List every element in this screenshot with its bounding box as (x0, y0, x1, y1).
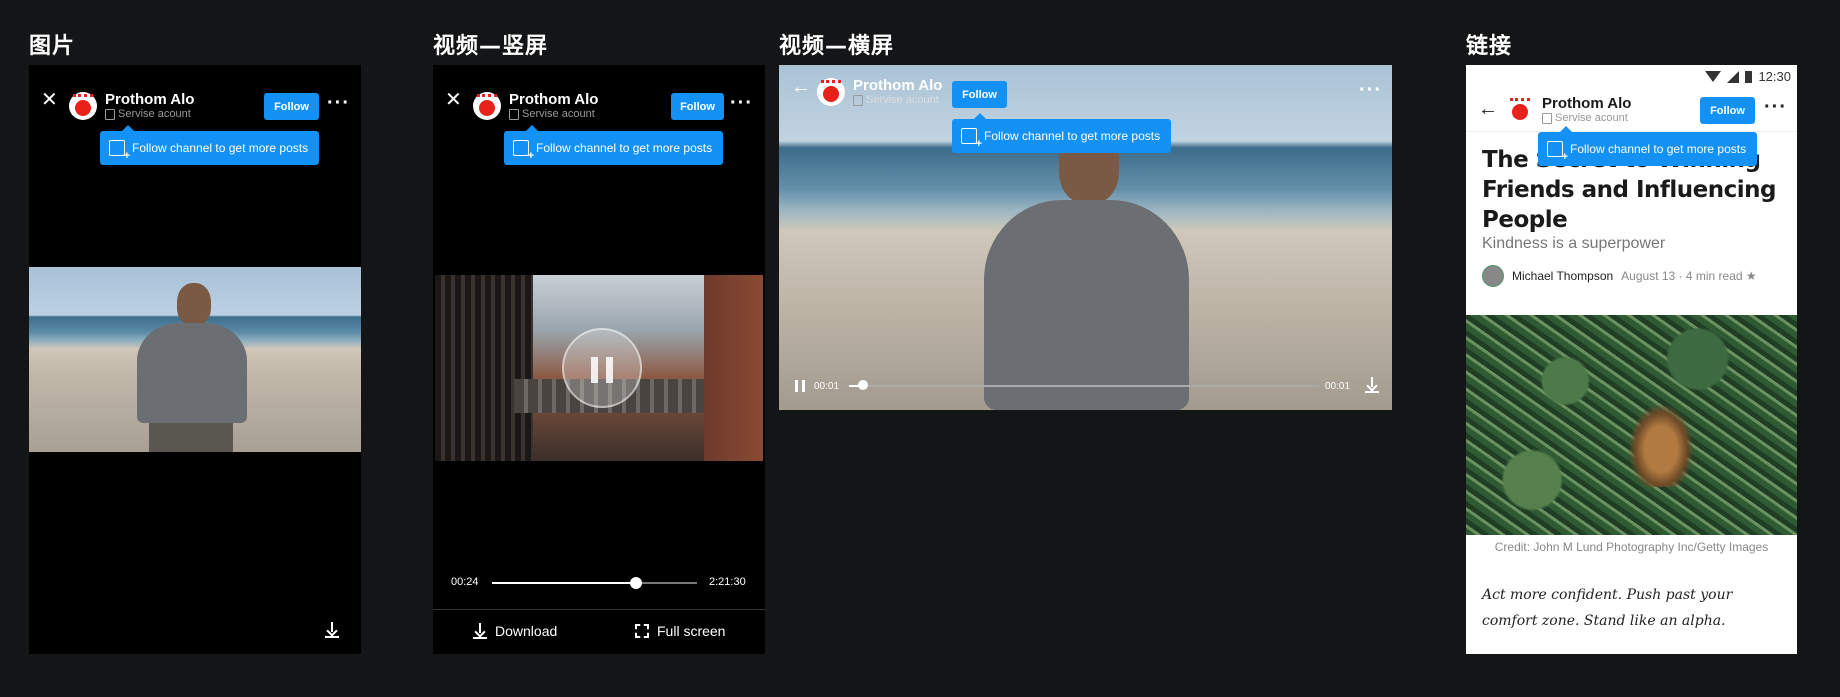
tooltip-text: Follow channel to get more posts (1570, 142, 1747, 156)
section-title-link: 链接 (1466, 34, 1513, 59)
follow-button[interactable]: Follow (952, 81, 1007, 108)
close-icon[interactable]: ✕ (41, 90, 58, 110)
video-landscape-frame: ← Prothom Alo Servise acount Follow ··· … (779, 65, 1392, 410)
follow-tooltip[interactable]: Follow channel to get more posts (100, 125, 319, 165)
service-badge-icon (105, 109, 115, 121)
current-time: 00:01 (814, 381, 840, 392)
image-credit: Credit: John M Lund Photography Inc/Gett… (1494, 540, 1769, 554)
follow-tooltip[interactable]: Follow channel to get more posts (1538, 126, 1757, 166)
section-title-video-portrait: 视频—竖屏 (433, 34, 549, 59)
fullscreen-button[interactable]: Full screen (635, 623, 725, 639)
account-header: Prothom Alo Servise acount (1506, 95, 1631, 125)
follow-channel-icon (513, 140, 534, 162)
channel-avatar[interactable] (473, 91, 501, 120)
channel-name[interactable]: Prothom Alo (1542, 95, 1631, 112)
channel-avatar[interactable] (69, 91, 97, 120)
article-quote: Act more confident. Push past your comfo… (1482, 587, 1733, 629)
status-time: 12:30 (1758, 69, 1791, 84)
service-badge-icon (853, 95, 863, 107)
post-image (29, 267, 361, 452)
tooltip-text: Follow channel to get more posts (132, 141, 309, 155)
follow-channel-icon (109, 140, 130, 162)
author-avatar[interactable] (1482, 265, 1504, 287)
divider (433, 609, 765, 610)
fullscreen-icon (635, 624, 649, 638)
follow-tooltip[interactable]: Follow channel to get more posts (952, 113, 1171, 153)
signal-icon (1727, 70, 1740, 83)
account-type: Servise acount (522, 108, 595, 121)
section-title-image: 图片 (29, 34, 76, 59)
duration: 00:01 (1325, 381, 1351, 392)
current-time: 00:24 (451, 576, 479, 588)
article-frame: 12:30 ← Prothom Alo Servise acount Follo… (1466, 65, 1797, 654)
follow-tooltip[interactable]: Follow channel to get more posts (504, 125, 723, 165)
account-header: Prothom Alo Servise acount (473, 91, 598, 121)
download-label: Download (495, 623, 558, 639)
author-name[interactable]: Michael Thompson (1512, 269, 1613, 283)
channel-name[interactable]: Prothom Alo (853, 77, 942, 94)
account-type: Servise acount (1555, 112, 1628, 125)
back-arrow-icon[interactable]: ← (791, 77, 811, 97)
pause-icon[interactable] (795, 380, 805, 392)
channel-name[interactable]: Prothom Alo (105, 91, 194, 108)
seek-bar[interactable] (492, 582, 697, 584)
download-icon[interactable] (1365, 377, 1379, 393)
section-title-video-landscape: 视频—横屏 (779, 34, 895, 59)
account-header: Prothom Alo Servise acount (69, 91, 194, 121)
service-badge-icon (1542, 113, 1552, 125)
article-subtitle: Kindness is a superpower (1482, 235, 1666, 252)
more-options-icon[interactable]: ··· (1764, 97, 1787, 117)
pause-button[interactable] (562, 328, 642, 408)
tooltip-text: Follow channel to get more posts (984, 129, 1161, 143)
status-bar: 12:30 (1705, 69, 1791, 84)
follow-button[interactable]: Follow (1700, 97, 1755, 124)
follow-button[interactable]: Follow (264, 93, 319, 120)
account-type: Servise acount (866, 94, 939, 107)
duration: 2:21:30 (709, 576, 746, 588)
seek-handle[interactable] (629, 577, 642, 589)
more-options-icon[interactable]: ··· (730, 93, 753, 113)
back-arrow-icon[interactable]: ← (1478, 99, 1498, 119)
article-meta: August 13 · 4 min read ★ (1621, 269, 1757, 283)
download-button[interactable]: Download (473, 623, 557, 639)
channel-name[interactable]: Prothom Alo (509, 91, 598, 108)
download-icon (473, 623, 487, 639)
video-portrait-frame: ✕ Prothom Alo Servise acount Follow ··· … (433, 65, 765, 654)
seek-bar[interactable] (849, 385, 1319, 387)
download-icon[interactable] (325, 622, 339, 638)
more-options-icon[interactable]: ··· (327, 93, 350, 113)
channel-avatar[interactable] (817, 77, 845, 106)
follow-channel-icon (961, 128, 982, 150)
wifi-icon (1705, 71, 1722, 82)
byline: Michael Thompson August 13 · 4 min read … (1482, 265, 1757, 287)
fullscreen-label: Full screen (657, 623, 726, 639)
more-options-icon[interactable]: ··· (1359, 80, 1382, 100)
close-icon[interactable]: ✕ (445, 90, 462, 110)
video-frame[interactable] (779, 65, 1392, 410)
tooltip-text: Follow channel to get more posts (536, 141, 713, 155)
follow-channel-icon (1547, 141, 1568, 163)
channel-avatar[interactable] (1506, 95, 1534, 124)
article-image (1466, 315, 1797, 535)
image-viewer-frame: ✕ Prothom Alo Servise acount Follow ··· … (29, 65, 361, 654)
account-header: Prothom Alo Servise acount (817, 77, 942, 107)
battery-icon (1745, 70, 1753, 83)
account-type: Servise acount (118, 108, 191, 121)
follow-button[interactable]: Follow (671, 93, 724, 120)
service-badge-icon (509, 109, 519, 121)
